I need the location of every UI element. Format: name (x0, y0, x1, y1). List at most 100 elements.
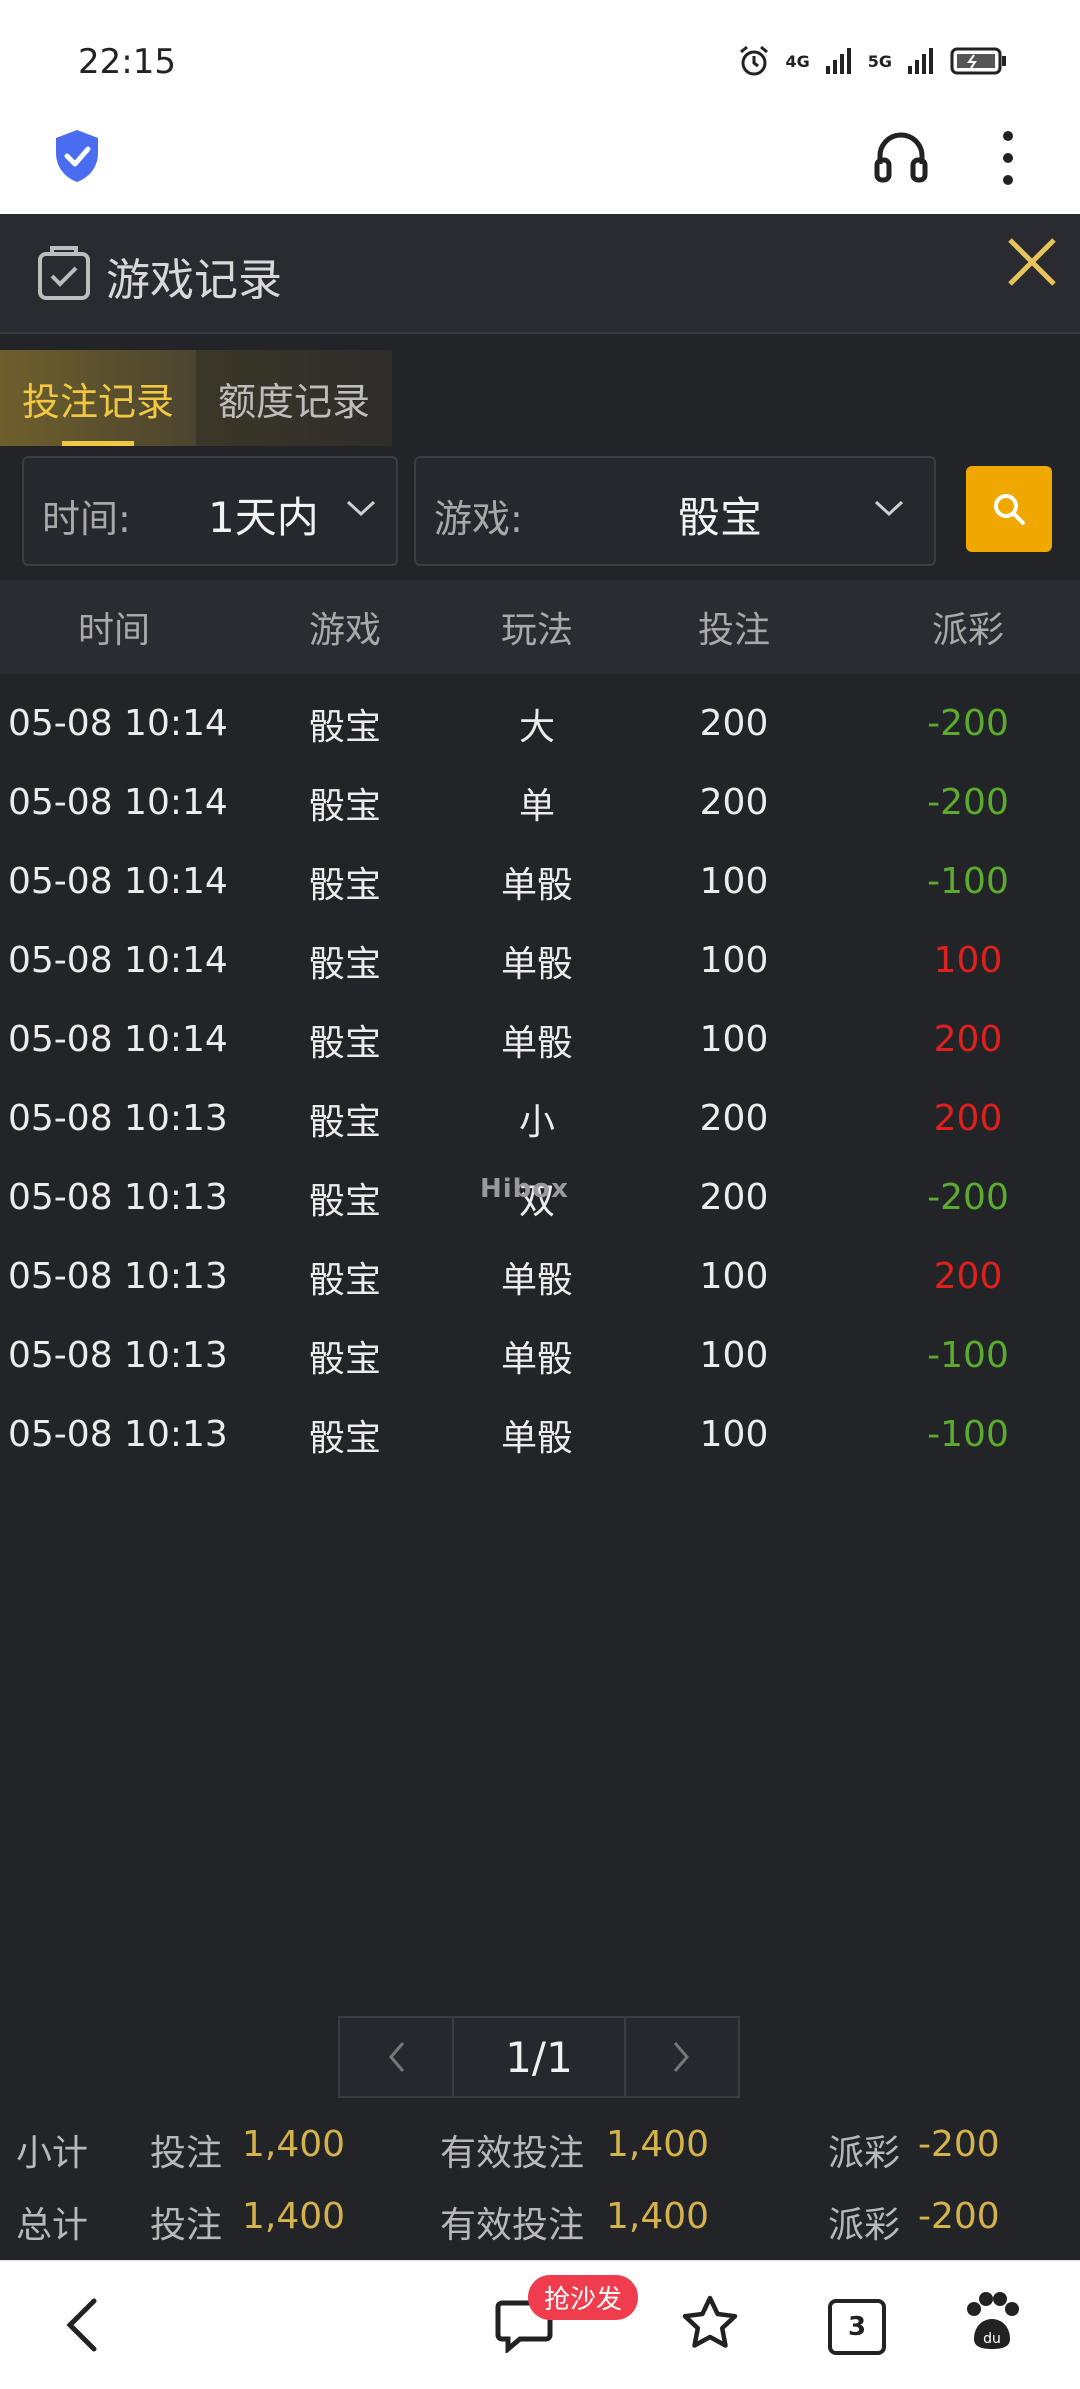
browser-top-bar (0, 120, 1080, 216)
prev-page-button[interactable] (338, 2016, 454, 2098)
valid-bet-value: 1,400 (606, 2196, 710, 2237)
table-row: 05-08 10:13 骰宝 单骰 100 200 (0, 1237, 1080, 1316)
cell-payout: 100 (933, 940, 1003, 981)
baidu-paw-icon[interactable]: du (962, 2291, 1022, 2353)
page-title: 游戏记录 (106, 255, 282, 306)
table-header: 时间 游戏 玩法 投注 派彩 (0, 580, 1080, 674)
cell-game: 骰宝 (308, 1101, 381, 1143)
tab-credit-record[interactable]: 额度记录 (196, 350, 392, 446)
cell-play: 大 (518, 706, 555, 748)
payout-label: 派彩 (828, 2133, 901, 2174)
payout-value: -200 (918, 2196, 1000, 2237)
summary-name: 总计 (16, 2205, 89, 2246)
watermark-logo: Hibox (480, 1174, 569, 1204)
cell-time: 05-08 10:13 (8, 1177, 228, 1218)
cell-bet: 100 (699, 1414, 769, 1455)
bet-value: 1,400 (242, 2124, 346, 2165)
header-payout: 派彩 (931, 610, 1004, 651)
back-arrow-icon[interactable] (62, 2297, 102, 2353)
tab-bet-record[interactable]: 投注记录 (0, 350, 196, 446)
cell-time: 05-08 10:13 (8, 1256, 228, 1297)
more-menu-icon[interactable] (1000, 130, 1016, 186)
total-row: 总计 投注 1,400 有效投注 1,400 派彩 -200 (0, 2182, 1080, 2254)
table-row: 05-08 10:14 骰宝 单骰 100 100 (0, 921, 1080, 1000)
header-bet: 投注 (697, 610, 770, 651)
cell-play: 小 (518, 1101, 555, 1143)
record-clipboard-icon (38, 246, 90, 300)
panel-header: 游戏记录 (0, 214, 1080, 334)
cell-bet: 200 (699, 1098, 769, 1139)
cell-payout: -200 (927, 703, 1009, 744)
table-row: 05-08 10:14 骰宝 单骰 100 200 (0, 1000, 1080, 1079)
headphone-icon[interactable] (872, 126, 930, 184)
payout-label: 派彩 (828, 2205, 901, 2246)
cell-game: 骰宝 (308, 943, 381, 985)
network-4g-label: 4G (785, 51, 810, 71)
time-filter-value: 1天内 (208, 493, 319, 542)
cell-payout: -200 (927, 782, 1009, 823)
battery-icon (950, 47, 1006, 75)
cell-play: 单骰 (500, 1259, 573, 1301)
table-row: 05-08 10:13 骰宝 小 200 200 (0, 1079, 1080, 1158)
time-filter-label: 时间: (42, 497, 131, 541)
tab-label: 投注记录 (21, 379, 174, 424)
game-filter-label: 游戏: (434, 497, 523, 541)
close-icon[interactable] (1002, 232, 1062, 292)
status-icons: 4G 5G (737, 44, 1008, 78)
header-play: 玩法 (500, 610, 573, 651)
cell-payout: 200 (933, 1256, 1003, 1297)
time-filter-dropdown[interactable]: 时间: 1天内 (22, 456, 398, 566)
game-filter-dropdown[interactable]: 游戏: 骰宝 (414, 456, 936, 566)
cell-game: 骰宝 (308, 1259, 381, 1301)
table-row: 05-08 10:14 骰宝 单骰 100 -100 (0, 842, 1080, 921)
star-icon[interactable] (680, 2293, 740, 2353)
bet-value: 1,400 (242, 2196, 346, 2237)
signal-icon-2 (908, 48, 933, 74)
search-icon (994, 494, 1025, 525)
table-row: 05-08 10:14 骰宝 单 200 -200 (0, 763, 1080, 842)
svg-text:du: du (983, 2331, 1001, 2347)
bet-label: 投注 (150, 2133, 223, 2174)
valid-bet-label: 有效投注 (440, 2205, 585, 2246)
cell-payout: -100 (927, 1335, 1009, 1376)
status-bar: 22:15 4G 5G (0, 0, 1080, 120)
payout-value: -200 (918, 2124, 1000, 2165)
cell-play: 单骰 (500, 864, 573, 906)
active-tab-indicator (62, 441, 134, 446)
header-game: 游戏 (308, 610, 381, 651)
cell-time: 05-08 10:14 (8, 1019, 228, 1060)
browser-bottom-nav: 抢沙发 3 du (0, 2260, 1080, 2389)
page-indicator: 1/1 (454, 2016, 624, 2098)
cell-time: 05-08 10:14 (8, 782, 228, 823)
tab-label: 额度记录 (217, 379, 370, 424)
shield-check-icon[interactable] (52, 128, 102, 184)
cell-game: 骰宝 (308, 1022, 381, 1064)
table-row: 05-08 10:13 骰宝 单骰 100 -100 (0, 1395, 1080, 1474)
chevron-down-icon (346, 500, 376, 517)
next-page-button[interactable] (624, 2016, 740, 2098)
cell-play: 单骰 (500, 1417, 573, 1459)
cell-time: 05-08 10:14 (8, 703, 228, 744)
header-time: 时间 (77, 610, 150, 651)
table-row: 05-08 10:13 骰宝 单骰 100 -100 (0, 1316, 1080, 1395)
cell-game: 骰宝 (308, 1180, 381, 1222)
cell-play: 单骰 (500, 1338, 573, 1380)
cell-time: 05-08 10:13 (8, 1335, 228, 1376)
tab-count-button[interactable]: 3 (828, 2299, 886, 2355)
cell-bet: 200 (699, 1177, 769, 1218)
record-tabs: 投注记录 额度记录 (0, 350, 392, 446)
comment-badge: 抢沙发 (528, 2275, 639, 2320)
cell-time: 05-08 10:13 (8, 1098, 228, 1139)
cell-play: 单骰 (500, 943, 573, 985)
cell-time: 05-08 10:14 (8, 940, 228, 981)
cell-game: 骰宝 (308, 1417, 381, 1459)
search-button[interactable] (966, 466, 1052, 552)
table-row: 05-08 10:14 骰宝 大 200 -200 (0, 684, 1080, 763)
summary-name: 小计 (16, 2133, 89, 2174)
cell-payout: 200 (933, 1098, 1003, 1139)
cell-play: 单骰 (500, 1022, 573, 1064)
cell-play: 单 (518, 785, 555, 827)
pagination: 1/1 (338, 2016, 740, 2098)
chevron-left-icon (389, 2042, 405, 2072)
cell-time: 05-08 10:13 (8, 1414, 228, 1455)
